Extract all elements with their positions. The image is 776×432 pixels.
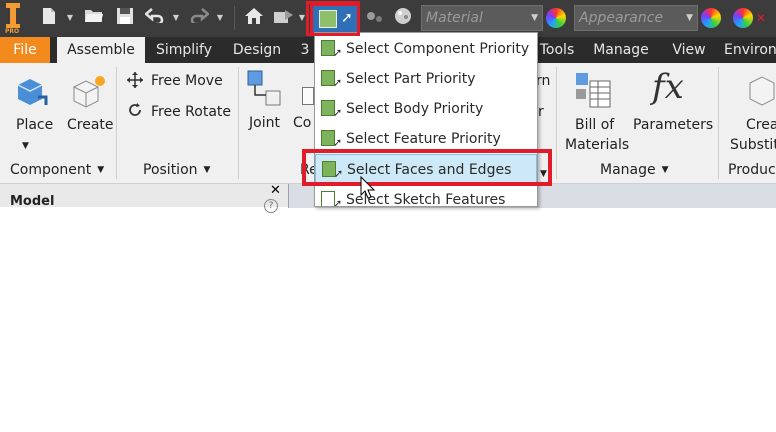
app-logo-icon[interactable]: PRO — [3, 3, 27, 35]
place-label[interactable]: Place — [16, 116, 53, 134]
tab-simplify[interactable]: Simplify — [148, 37, 220, 63]
bill-of-materials-icon[interactable] — [574, 71, 614, 115]
mouse-cursor-icon — [360, 175, 376, 200]
color-wheel-icon[interactable] — [546, 8, 566, 28]
appearance-select-value: Appearance — [579, 10, 664, 26]
pattern-label-2[interactable]: r — [538, 103, 544, 121]
constrain-icon[interactable] — [302, 87, 314, 105]
select-sketch-icon: ➚ — [321, 191, 342, 206]
constrain-label[interactable]: Co — [293, 114, 311, 132]
chevron-down-icon: ▼ — [531, 13, 538, 23]
chevron-down-icon: ▼ — [203, 165, 211, 175]
joint-label[interactable]: Joint — [249, 114, 280, 132]
tab-manage[interactable]: Manage — [588, 37, 654, 63]
adjust-icon[interactable] — [364, 7, 386, 29]
home-icon[interactable] — [242, 7, 266, 29]
tab-3d-model[interactable]: 3 — [298, 37, 312, 63]
tab-view[interactable]: View — [668, 37, 710, 63]
redo-icon[interactable] — [188, 7, 210, 29]
undo-icon[interactable] — [144, 7, 166, 29]
bill-of-materials-label-1[interactable]: Bill of — [575, 116, 614, 134]
menu-item-select-component-priority[interactable]: ➚ Select Component Priority — [315, 34, 537, 64]
parameters-fx-icon[interactable]: fx — [652, 67, 684, 107]
clear-x-icon: ✕ — [756, 11, 767, 25]
create-component-icon[interactable] — [68, 73, 108, 117]
toolbar-divider — [234, 6, 235, 30]
open-folder-icon[interactable] — [82, 7, 106, 29]
free-move-icon[interactable] — [126, 71, 144, 93]
chevron-down-icon[interactable]: ▼ — [22, 137, 29, 155]
select-component-icon: ➚ — [321, 40, 342, 59]
logo-pro-badge: PRO — [5, 28, 20, 35]
redo-dropdown-icon[interactable]: ▼ — [216, 7, 224, 29]
help-icon[interactable]: ? — [264, 199, 278, 213]
menu-item-label: Select Body Priority — [346, 101, 484, 117]
new-file-icon[interactable] — [38, 7, 60, 29]
select-part-icon: ➚ — [321, 70, 342, 89]
new-file-dropdown-icon[interactable]: ▼ — [66, 7, 74, 29]
highlight-box-faces-edges — [302, 149, 552, 186]
bill-of-materials-label-2[interactable]: Materials — [565, 136, 629, 154]
create-substitute-label-1[interactable]: Crea — [746, 116, 776, 134]
model-browser-title: Model — [10, 194, 55, 209]
tab-environments[interactable]: Environ — [724, 37, 776, 63]
return-icon[interactable] — [272, 7, 296, 29]
clear-appearance-icon[interactable] — [733, 8, 753, 28]
select-body-icon: ➚ — [321, 100, 342, 119]
return-dropdown-icon[interactable]: ▼ — [298, 7, 306, 29]
menu-item-select-sketch-features[interactable]: ➚ Select Sketch Features — [315, 185, 537, 206]
menu-item-select-part-priority[interactable]: ➚ Select Part Priority — [315, 64, 537, 94]
highlight-box-selection-button — [306, 1, 360, 36]
ribbon-divider — [718, 67, 719, 179]
parameters-label[interactable]: Parameters — [633, 116, 713, 134]
tab-tools[interactable]: Tools — [538, 37, 576, 63]
tab-design[interactable]: Design — [226, 37, 288, 63]
free-rotate-label[interactable]: Free Rotate — [151, 103, 231, 121]
group-manage-label: Manage — [600, 162, 656, 178]
material-select-value: Material — [426, 10, 483, 26]
save-icon[interactable] — [114, 7, 136, 29]
group-position[interactable]: Position ▼ — [143, 159, 223, 181]
select-feature-icon: ➚ — [321, 130, 342, 149]
material-select[interactable]: Material ▼ — [421, 5, 543, 31]
tab-file[interactable]: File — [0, 37, 50, 63]
ribbon-divider — [556, 67, 557, 179]
menu-item-select-body-priority[interactable]: ➚ Select Body Priority — [315, 94, 537, 124]
chevron-down-icon: ▼ — [97, 165, 105, 175]
place-component-icon[interactable] — [12, 73, 52, 117]
tab-assemble[interactable]: Assemble — [57, 37, 145, 63]
menu-item-label: Select Part Priority — [346, 71, 476, 87]
chevron-down-icon: ▼ — [686, 13, 693, 23]
close-browser-icon[interactable]: ✕ — [270, 183, 281, 198]
group-manage[interactable]: Manage ▼ — [600, 159, 680, 181]
create-label[interactable]: Create — [67, 116, 114, 134]
group-productivity-label[interactable]: Product — [728, 159, 776, 181]
material-sphere-icon[interactable] — [392, 7, 414, 29]
undo-dropdown-icon[interactable]: ▼ — [172, 7, 180, 29]
ribbon-divider — [238, 67, 239, 179]
chevron-down-icon: ▼ — [661, 165, 669, 175]
group-component-label: Component — [10, 162, 92, 178]
free-move-label[interactable]: Free Move — [151, 72, 223, 90]
create-substitute-icon[interactable] — [744, 73, 776, 117]
group-position-label: Position — [143, 162, 198, 178]
free-rotate-icon[interactable] — [126, 101, 144, 123]
ribbon-divider — [116, 67, 117, 179]
pattern-label[interactable]: rn — [536, 72, 550, 90]
joint-icon[interactable] — [246, 69, 286, 113]
menu-item-label: Select Component Priority — [346, 41, 530, 57]
appearance-select[interactable]: Appearance ▼ — [574, 5, 698, 31]
create-substitute-label-2[interactable]: Substit — [730, 136, 776, 154]
adjust-appearance-icon[interactable] — [701, 8, 721, 28]
group-component[interactable]: Component ▼ — [10, 159, 110, 181]
